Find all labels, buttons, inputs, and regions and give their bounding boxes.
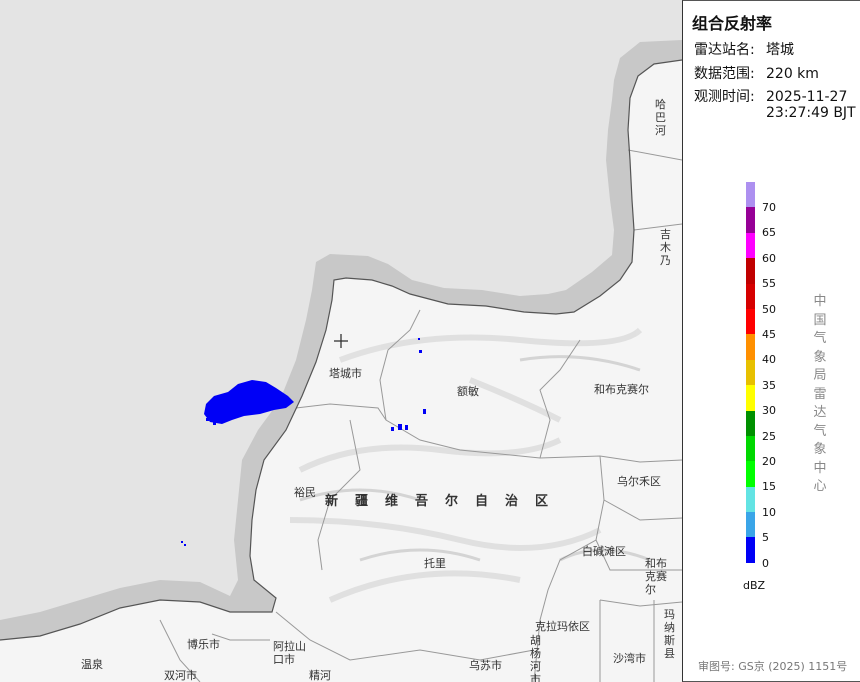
place-jimunai: 吉木乃 [660,228,671,267]
place-wenquan: 温泉 [81,658,103,671]
scale-swatch [746,512,755,538]
place-manasi: 玛纳斯县 [664,608,675,660]
scale-label: 70 [762,201,776,214]
place-kelamayi: 克拉玛依区 [535,620,590,633]
scale-label: 55 [762,277,776,291]
scale-swatch [746,435,755,462]
place-huyanghe: 胡杨河市 [530,634,541,682]
scale-swatch [746,283,755,309]
place-shuanghe: 双河市 [164,669,197,682]
scale-label: 45 [762,328,776,341]
place-baijiantan: 白碱滩区 [582,545,626,558]
place-alashankou: 阿拉山口市 [273,640,306,666]
station-value: 塔城 [766,42,794,58]
scale-label: 10 [762,505,776,519]
scale-swatch [746,410,755,436]
product-title: 组合反射率 [692,14,773,33]
radar-map[interactable]: 塔城市 额敏 和布克赛尔 裕民 新疆维吾尔自治区 乌尔禾区 白碱滩区 和布克赛尔… [0,0,682,682]
place-wusu: 乌苏市 [469,659,502,672]
scale-swatch [746,207,755,233]
place-hebukesaier-2: 和布克赛尔 [645,557,667,596]
scale-swatch [746,461,755,487]
station-row: 雷达站名: 塔城 [694,39,794,59]
place-habahe: 哈巴河 [655,98,666,137]
info-panel: 组合反射率 雷达站名: 塔城 数据范围: 220 km 观测时间: 2025-11-2… [682,0,860,682]
place-shawan: 沙湾市 [613,652,646,665]
scale-swatch [746,359,755,386]
scale-swatch [746,258,755,284]
place-bole: 博乐市 [187,638,220,651]
scale-swatch [746,486,755,513]
map-canvas [0,0,682,682]
range-label: 数据范围: [694,66,755,82]
agency-credit: 中国气象局雷达气象中心 [813,294,827,494]
place-yumin: 裕民 [294,486,316,499]
scale-label: 65 [762,226,776,240]
scale-label: 20 [762,455,776,468]
map-approval-number: 审图号: GS京 (2025) 1151号 [698,660,848,673]
region-xinjiang: 新疆维吾尔自治区 [325,494,566,509]
time-date: 2025-11-27 [766,89,848,105]
time-clock: 23:27:49 BJT [766,105,856,121]
scale-label: 30 [762,404,776,418]
place-tuoli: 托里 [424,557,446,570]
scale-label: 25 [762,429,776,443]
range-row: 数据范围: 220 km [694,63,819,83]
scale-label: 15 [762,480,776,494]
place-tacheng: 塔城市 [329,367,362,380]
scale-label: 0 [762,556,769,570]
time-label: 观测时间: [694,89,755,105]
scale-label: 35 [762,378,776,392]
scale-swatch [746,232,755,259]
place-jinghe: 精河 [309,669,331,682]
place-wuerhe: 乌尔禾区 [617,475,661,488]
station-label: 雷达站名: [694,42,755,58]
place-hebukesaier: 和布克赛尔 [594,383,649,396]
scale-swatch [746,537,755,563]
scale-swatch [746,334,755,360]
scale-label: 50 [762,302,776,316]
color-scale [746,182,755,563]
time-row: 观测时间: 2025-11-27 [694,86,847,106]
place-emin: 额敏 [457,385,479,398]
scale-label: 60 [762,251,776,265]
scale-swatch [746,182,755,208]
scale-label: 5 [762,531,769,545]
range-value: 220 km [766,66,819,82]
scale-swatch [746,385,755,411]
scale-unit: dBZ [743,579,766,592]
scale-swatch [746,308,755,335]
scale-label: 40 [762,353,776,367]
